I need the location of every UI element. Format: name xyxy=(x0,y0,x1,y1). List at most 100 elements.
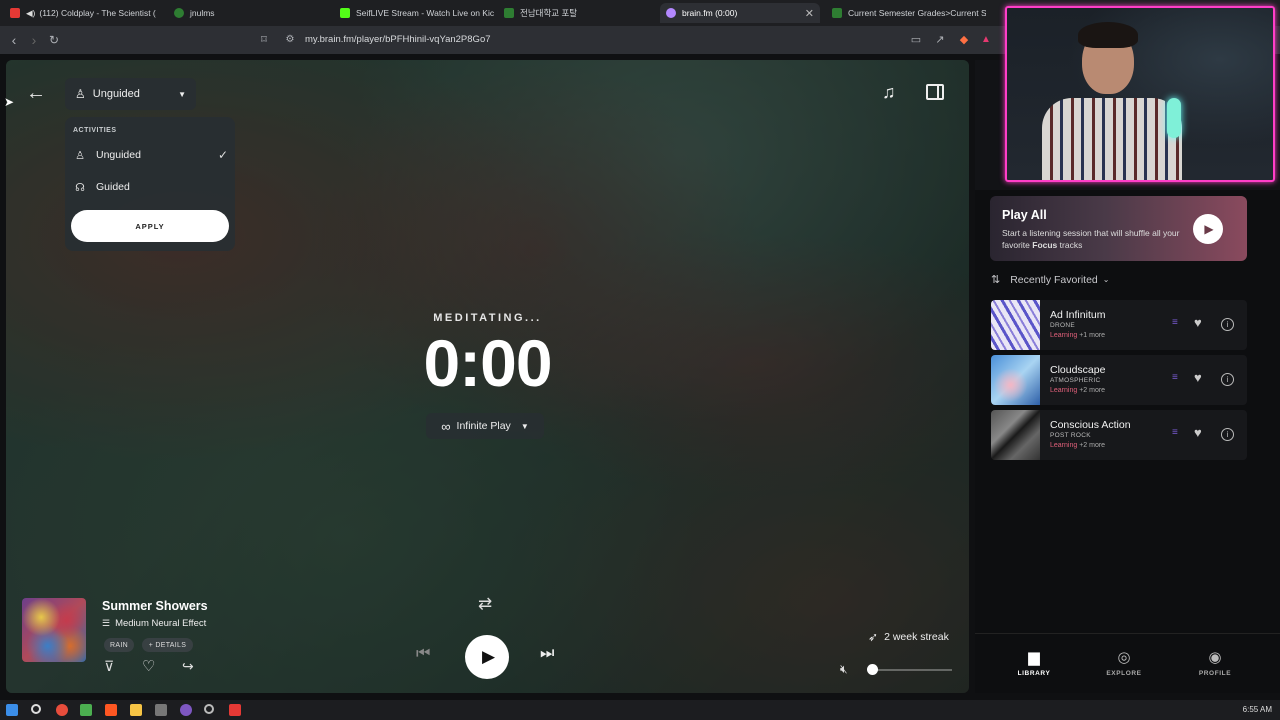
rocket-icon: ➶ xyxy=(868,630,879,644)
toggle-panel-icon[interactable] xyxy=(926,84,944,100)
browser-tab[interactable]: ◀) (112) Coldplay - The Scientist (A... xyxy=(4,3,156,23)
duration-select[interactable]: ∞ Infinite Play ▼ xyxy=(426,413,544,439)
site-settings-icon[interactable]: ⚙ xyxy=(282,32,298,48)
person-meditate-icon: ♙ xyxy=(75,149,85,162)
track-artwork[interactable] xyxy=(22,598,86,662)
track-tags: Learning +2 more xyxy=(1050,442,1106,449)
sort-label: Recently Favorited xyxy=(1010,273,1098,286)
play-icon: ▶ xyxy=(481,647,496,666)
activity-dropdown: ACTIVITIES ♙ Unguided ✓ ☊ Guided APPLY xyxy=(65,117,235,251)
track-title[interactable]: Summer Showers xyxy=(102,599,208,613)
track-tags: Learning +2 more xyxy=(1050,387,1106,394)
favorite-track-item[interactable]: Cloudscape ATMOSPHERIC Learning +2 more … xyxy=(991,355,1247,405)
nav-library[interactable]: ▆ LIBRARY xyxy=(1004,648,1064,677)
taskbar-clock: 6:55 AM xyxy=(1242,705,1272,714)
track-name: Cloudscape xyxy=(1050,364,1106,376)
heart-filled-icon[interactable]: ♥ xyxy=(1194,425,1202,440)
search-icon[interactable] xyxy=(31,704,41,714)
nav-profile[interactable]: ◉ PROFILE xyxy=(1185,648,1245,677)
option-label: Unguided xyxy=(96,149,141,161)
neural-effect-label: ☰ Medium Neural Effect xyxy=(102,618,206,629)
genre-chip[interactable]: RAIN xyxy=(104,638,134,652)
effect-level-icon: ≡ xyxy=(1172,372,1178,383)
session-state-label: MEDITATING... xyxy=(433,312,542,324)
profile-icon: ◉ xyxy=(1208,649,1222,666)
chevron-down-icon: ⌄ xyxy=(1102,275,1110,284)
browser-tab-active[interactable]: brain.fm (0:00) ✕ xyxy=(660,3,820,23)
streak-text: 2 week streak xyxy=(884,631,949,643)
brainfm-icon xyxy=(666,8,676,18)
forward-nav-icon[interactable]: › xyxy=(26,32,42,48)
option-label: Guided xyxy=(96,181,130,193)
tab-title: (112) Coldplay - The Scientist (A... xyxy=(39,8,156,18)
play-all-title: Play All xyxy=(1002,208,1047,222)
duration-value: Infinite Play xyxy=(456,420,511,432)
skip-next-icon[interactable]: ⏭ xyxy=(540,645,554,663)
volume-slider[interactable] xyxy=(872,669,952,671)
compass-icon: ◎ xyxy=(1117,649,1131,666)
tab-title: brain.fm (0:00) xyxy=(682,8,738,18)
volume-handle[interactable] xyxy=(867,664,878,675)
checkmark-icon: ✓ xyxy=(217,148,228,162)
brave-icon[interactable] xyxy=(105,704,117,716)
sort-select[interactable]: ⇅ Recently Favorited ⌄ xyxy=(991,273,1110,287)
brave-shield-icon[interactable]: ◆ xyxy=(956,32,972,48)
play-all-button[interactable]: ▶ xyxy=(1193,214,1223,244)
app-icon[interactable] xyxy=(155,704,167,716)
discord-icon[interactable] xyxy=(180,704,192,716)
close-tab-icon[interactable]: ✕ xyxy=(805,7,814,20)
site-icon xyxy=(504,8,514,18)
mute-icon[interactable]: 🔇︎ xyxy=(840,662,848,677)
play-button[interactable]: ▶ xyxy=(465,635,509,679)
app-icon[interactable] xyxy=(229,704,241,716)
youtube-icon xyxy=(10,8,20,18)
activity-option-unguided[interactable]: ♙ Unguided ✓ xyxy=(73,145,228,165)
heart-icon[interactable]: ♡ xyxy=(142,657,155,675)
url-field[interactable]: my.brain.fm/player/bPFHhinil-vqYan2P8Go7 xyxy=(305,34,491,45)
rewards-icon[interactable]: ▲ xyxy=(978,32,994,48)
share-icon[interactable]: ↗ xyxy=(932,32,948,48)
skip-previous-icon[interactable]: ⏮ xyxy=(416,645,430,663)
heart-filled-icon[interactable]: ♥ xyxy=(1194,370,1202,385)
info-icon[interactable]: i xyxy=(1221,373,1234,386)
activity-select[interactable]: ♙ Unguided ▼ xyxy=(65,78,196,110)
kick-icon xyxy=(340,8,350,18)
session-timer: 0:00 xyxy=(423,326,552,400)
back-arrow-icon[interactable]: ← xyxy=(24,82,48,105)
back-nav-icon[interactable]: ‹ xyxy=(6,32,22,48)
play-all-card[interactable]: Play All Start a listening session that … xyxy=(990,196,1247,261)
folder-icon[interactable] xyxy=(130,704,142,716)
music-settings-icon[interactable]: ♫ xyxy=(882,82,896,103)
tab-title: Current Semester Grades>Current Se... xyxy=(848,8,986,18)
bookmark-icon[interactable]: ⌑ xyxy=(256,32,272,48)
apply-button[interactable]: APPLY xyxy=(71,210,229,242)
person-meditate-icon: ♙ xyxy=(75,87,86,101)
browser-tab[interactable]: Current Semester Grades>Current Se... xyxy=(826,3,986,23)
heart-filled-icon[interactable]: ♥ xyxy=(1194,315,1202,330)
track-genre: ATMOSPHERIC xyxy=(1050,377,1101,384)
app-icon[interactable] xyxy=(204,704,214,714)
info-icon[interactable]: i xyxy=(1221,318,1234,331)
start-icon[interactable] xyxy=(6,704,18,716)
browser-tab[interactable]: jnulms xyxy=(168,3,328,23)
details-chip[interactable]: + DETAILS xyxy=(142,638,193,652)
share-icon[interactable]: ↪ xyxy=(182,658,194,675)
favorite-track-item[interactable]: Conscious Action POST ROCK Learning +2 m… xyxy=(991,410,1247,460)
browser-tab[interactable]: SeifLIVE Stream - Watch Live on Kick xyxy=(334,3,494,23)
cast-icon[interactable]: ▭ xyxy=(908,32,924,48)
info-icon[interactable]: i xyxy=(1221,428,1234,441)
reload-icon[interactable]: ↻ xyxy=(46,32,62,48)
streak-indicator[interactable]: ➶ 2 week streak xyxy=(868,630,949,644)
app-icon[interactable] xyxy=(80,704,92,716)
os-taskbar: 6:55 AM xyxy=(0,700,1280,720)
favorite-track-item[interactable]: Ad Infinitum DRONE Learning +1 more ≡ ♥ … xyxy=(991,300,1247,350)
chrome-icon[interactable] xyxy=(56,704,68,716)
thumbs-down-icon[interactable]: ⊽ xyxy=(104,658,114,675)
head-sound-icon: ☊ xyxy=(75,181,85,194)
repeat-icon[interactable]: ⇄ xyxy=(478,594,492,614)
nav-explore[interactable]: ◎ EXPLORE xyxy=(1094,648,1154,677)
play-all-description: Start a listening session that will shuf… xyxy=(1002,228,1180,250)
browser-tab[interactable]: 전남대학교 포탈 xyxy=(498,3,658,23)
player-area: ← ♙ Unguided ▼ ACTIVITIES ♙ Unguided ✓ ☊… xyxy=(6,60,969,693)
activity-option-guided[interactable]: ☊ Guided xyxy=(73,177,228,197)
